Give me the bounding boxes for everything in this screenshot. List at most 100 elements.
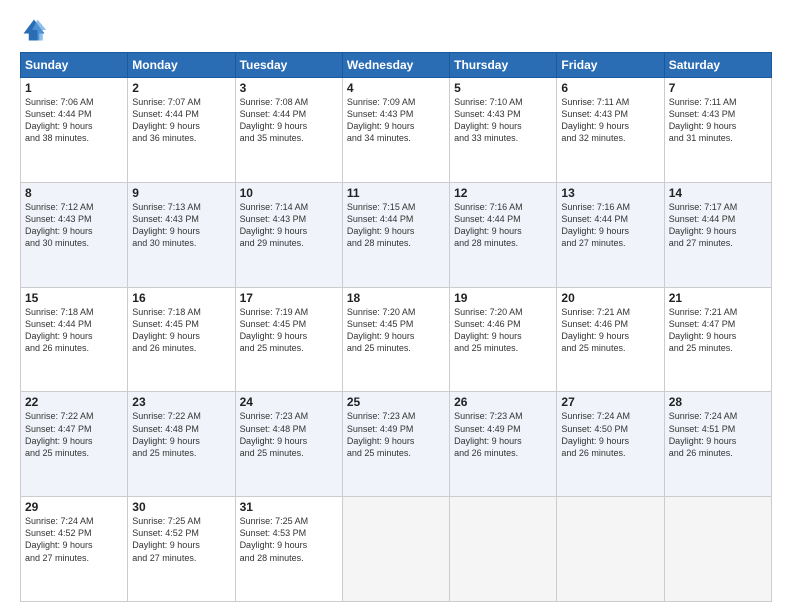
day-info: Sunrise: 7:21 AM Sunset: 4:47 PM Dayligh… (669, 306, 767, 355)
calendar-cell: 17Sunrise: 7:19 AM Sunset: 4:45 PM Dayli… (235, 287, 342, 392)
calendar-cell: 21Sunrise: 7:21 AM Sunset: 4:47 PM Dayli… (664, 287, 771, 392)
day-info: Sunrise: 7:16 AM Sunset: 4:44 PM Dayligh… (561, 201, 659, 250)
day-number: 10 (240, 186, 338, 200)
calendar-cell: 25Sunrise: 7:23 AM Sunset: 4:49 PM Dayli… (342, 392, 449, 497)
calendar-cell: 12Sunrise: 7:16 AM Sunset: 4:44 PM Dayli… (450, 182, 557, 287)
calendar-cell: 16Sunrise: 7:18 AM Sunset: 4:45 PM Dayli… (128, 287, 235, 392)
calendar-cell: 24Sunrise: 7:23 AM Sunset: 4:48 PM Dayli… (235, 392, 342, 497)
day-number: 12 (454, 186, 552, 200)
col-header-thursday: Thursday (450, 53, 557, 78)
week-row-4: 22Sunrise: 7:22 AM Sunset: 4:47 PM Dayli… (21, 392, 772, 497)
day-number: 8 (25, 186, 123, 200)
col-header-saturday: Saturday (664, 53, 771, 78)
day-number: 3 (240, 81, 338, 95)
calendar-cell: 10Sunrise: 7:14 AM Sunset: 4:43 PM Dayli… (235, 182, 342, 287)
col-header-tuesday: Tuesday (235, 53, 342, 78)
calendar-cell (557, 497, 664, 602)
calendar-cell: 20Sunrise: 7:21 AM Sunset: 4:46 PM Dayli… (557, 287, 664, 392)
day-info: Sunrise: 7:11 AM Sunset: 4:43 PM Dayligh… (669, 96, 767, 145)
day-number: 24 (240, 395, 338, 409)
calendar-cell (450, 497, 557, 602)
day-number: 23 (132, 395, 230, 409)
calendar-cell: 27Sunrise: 7:24 AM Sunset: 4:50 PM Dayli… (557, 392, 664, 497)
col-header-monday: Monday (128, 53, 235, 78)
day-info: Sunrise: 7:24 AM Sunset: 4:51 PM Dayligh… (669, 410, 767, 459)
calendar-cell (664, 497, 771, 602)
calendar-cell: 9Sunrise: 7:13 AM Sunset: 4:43 PM Daylig… (128, 182, 235, 287)
day-number: 26 (454, 395, 552, 409)
calendar-cell: 1Sunrise: 7:06 AM Sunset: 4:44 PM Daylig… (21, 78, 128, 183)
calendar-cell: 22Sunrise: 7:22 AM Sunset: 4:47 PM Dayli… (21, 392, 128, 497)
calendar-cell: 23Sunrise: 7:22 AM Sunset: 4:48 PM Dayli… (128, 392, 235, 497)
day-info: Sunrise: 7:14 AM Sunset: 4:43 PM Dayligh… (240, 201, 338, 250)
day-number: 18 (347, 291, 445, 305)
calendar-cell: 14Sunrise: 7:17 AM Sunset: 4:44 PM Dayli… (664, 182, 771, 287)
day-number: 30 (132, 500, 230, 514)
day-info: Sunrise: 7:19 AM Sunset: 4:45 PM Dayligh… (240, 306, 338, 355)
week-row-3: 15Sunrise: 7:18 AM Sunset: 4:44 PM Dayli… (21, 287, 772, 392)
calendar-cell: 13Sunrise: 7:16 AM Sunset: 4:44 PM Dayli… (557, 182, 664, 287)
day-info: Sunrise: 7:07 AM Sunset: 4:44 PM Dayligh… (132, 96, 230, 145)
calendar-cell: 8Sunrise: 7:12 AM Sunset: 4:43 PM Daylig… (21, 182, 128, 287)
calendar-table: SundayMondayTuesdayWednesdayThursdayFrid… (20, 52, 772, 602)
calendar-cell: 3Sunrise: 7:08 AM Sunset: 4:44 PM Daylig… (235, 78, 342, 183)
day-number: 15 (25, 291, 123, 305)
calendar-cell: 7Sunrise: 7:11 AM Sunset: 4:43 PM Daylig… (664, 78, 771, 183)
day-number: 25 (347, 395, 445, 409)
day-info: Sunrise: 7:21 AM Sunset: 4:46 PM Dayligh… (561, 306, 659, 355)
logo (20, 16, 52, 44)
day-info: Sunrise: 7:22 AM Sunset: 4:48 PM Dayligh… (132, 410, 230, 459)
week-row-1: 1Sunrise: 7:06 AM Sunset: 4:44 PM Daylig… (21, 78, 772, 183)
calendar-cell: 4Sunrise: 7:09 AM Sunset: 4:43 PM Daylig… (342, 78, 449, 183)
col-header-friday: Friday (557, 53, 664, 78)
col-header-wednesday: Wednesday (342, 53, 449, 78)
day-number: 17 (240, 291, 338, 305)
day-number: 31 (240, 500, 338, 514)
day-info: Sunrise: 7:22 AM Sunset: 4:47 PM Dayligh… (25, 410, 123, 459)
day-number: 29 (25, 500, 123, 514)
header (20, 16, 772, 44)
day-info: Sunrise: 7:20 AM Sunset: 4:45 PM Dayligh… (347, 306, 445, 355)
day-info: Sunrise: 7:11 AM Sunset: 4:43 PM Dayligh… (561, 96, 659, 145)
logo-icon (20, 16, 48, 44)
day-info: Sunrise: 7:16 AM Sunset: 4:44 PM Dayligh… (454, 201, 552, 250)
day-info: Sunrise: 7:23 AM Sunset: 4:49 PM Dayligh… (454, 410, 552, 459)
day-info: Sunrise: 7:23 AM Sunset: 4:48 PM Dayligh… (240, 410, 338, 459)
day-info: Sunrise: 7:09 AM Sunset: 4:43 PM Dayligh… (347, 96, 445, 145)
calendar-cell: 11Sunrise: 7:15 AM Sunset: 4:44 PM Dayli… (342, 182, 449, 287)
day-number: 6 (561, 81, 659, 95)
calendar-cell: 31Sunrise: 7:25 AM Sunset: 4:53 PM Dayli… (235, 497, 342, 602)
day-info: Sunrise: 7:18 AM Sunset: 4:45 PM Dayligh… (132, 306, 230, 355)
calendar-cell: 29Sunrise: 7:24 AM Sunset: 4:52 PM Dayli… (21, 497, 128, 602)
day-info: Sunrise: 7:18 AM Sunset: 4:44 PM Dayligh… (25, 306, 123, 355)
day-number: 9 (132, 186, 230, 200)
day-number: 19 (454, 291, 552, 305)
day-number: 4 (347, 81, 445, 95)
week-row-2: 8Sunrise: 7:12 AM Sunset: 4:43 PM Daylig… (21, 182, 772, 287)
calendar-cell (342, 497, 449, 602)
day-number: 21 (669, 291, 767, 305)
day-info: Sunrise: 7:25 AM Sunset: 4:52 PM Dayligh… (132, 515, 230, 564)
week-row-5: 29Sunrise: 7:24 AM Sunset: 4:52 PM Dayli… (21, 497, 772, 602)
calendar-cell: 30Sunrise: 7:25 AM Sunset: 4:52 PM Dayli… (128, 497, 235, 602)
day-number: 11 (347, 186, 445, 200)
day-number: 27 (561, 395, 659, 409)
day-number: 1 (25, 81, 123, 95)
day-info: Sunrise: 7:13 AM Sunset: 4:43 PM Dayligh… (132, 201, 230, 250)
day-number: 28 (669, 395, 767, 409)
day-info: Sunrise: 7:06 AM Sunset: 4:44 PM Dayligh… (25, 96, 123, 145)
calendar-cell: 5Sunrise: 7:10 AM Sunset: 4:43 PM Daylig… (450, 78, 557, 183)
day-number: 13 (561, 186, 659, 200)
calendar-cell: 26Sunrise: 7:23 AM Sunset: 4:49 PM Dayli… (450, 392, 557, 497)
calendar-cell: 18Sunrise: 7:20 AM Sunset: 4:45 PM Dayli… (342, 287, 449, 392)
day-info: Sunrise: 7:12 AM Sunset: 4:43 PM Dayligh… (25, 201, 123, 250)
calendar-cell: 15Sunrise: 7:18 AM Sunset: 4:44 PM Dayli… (21, 287, 128, 392)
day-number: 7 (669, 81, 767, 95)
day-number: 2 (132, 81, 230, 95)
calendar-cell: 19Sunrise: 7:20 AM Sunset: 4:46 PM Dayli… (450, 287, 557, 392)
day-number: 14 (669, 186, 767, 200)
day-number: 16 (132, 291, 230, 305)
calendar-cell: 28Sunrise: 7:24 AM Sunset: 4:51 PM Dayli… (664, 392, 771, 497)
day-number: 22 (25, 395, 123, 409)
day-info: Sunrise: 7:25 AM Sunset: 4:53 PM Dayligh… (240, 515, 338, 564)
